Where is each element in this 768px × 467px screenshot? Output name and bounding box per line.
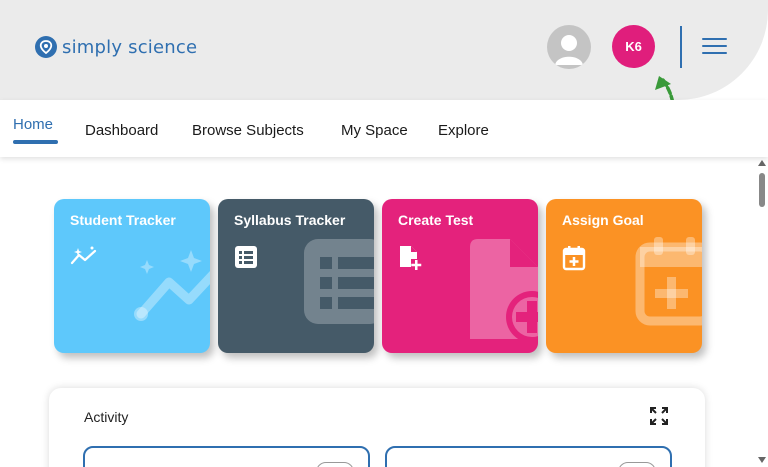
- activity-card-left[interactable]: [83, 446, 370, 467]
- activity-card-right[interactable]: [385, 446, 672, 467]
- activity-panel: Activity: [49, 388, 705, 467]
- page: simply science K6 Home Dashboard Browse …: [0, 0, 768, 467]
- logo[interactable]: simply science: [35, 36, 197, 58]
- trend-watermark-icon: [134, 250, 210, 321]
- card-title: Student Tracker: [70, 212, 176, 228]
- list-icon: [235, 246, 257, 268]
- nav-dashboard[interactable]: Dashboard: [85, 122, 158, 139]
- nav-explore[interactable]: Explore: [438, 122, 489, 139]
- header-divider: [680, 26, 682, 68]
- main-nav: Home Dashboard Browse Subjects My Space …: [0, 100, 768, 157]
- logo-text: simply science: [62, 36, 198, 58]
- assign-goal-card[interactable]: Assign Goal: [546, 199, 702, 353]
- list-watermark-icon: [304, 239, 374, 324]
- file-plus-icon: [400, 246, 422, 270]
- vertical-scrollbar[interactable]: [756, 157, 768, 467]
- card-title: Assign Goal: [562, 212, 644, 228]
- activity-card-toggle[interactable]: [618, 462, 656, 467]
- activity-title: Activity: [84, 409, 129, 425]
- user-avatar-icon[interactable]: [547, 25, 591, 69]
- card-title: Create Test: [398, 212, 474, 228]
- scroll-up-icon[interactable]: [758, 160, 766, 166]
- student-tracker-card[interactable]: Student Tracker: [54, 199, 210, 353]
- profile-initials-badge[interactable]: K6: [612, 25, 655, 68]
- logo-icon: [35, 36, 57, 58]
- nav-home[interactable]: Home: [13, 116, 53, 133]
- nav-my-space[interactable]: My Space: [341, 122, 408, 139]
- calendar-watermark-icon: [635, 237, 702, 326]
- create-test-card[interactable]: Create Test: [382, 199, 538, 353]
- activity-card-toggle[interactable]: [316, 462, 354, 467]
- scroll-thumb[interactable]: [759, 173, 765, 207]
- syllabus-tracker-card[interactable]: Syllabus Tracker: [218, 199, 374, 353]
- scroll-down-icon[interactable]: [758, 457, 766, 463]
- nav-browse-subjects[interactable]: Browse Subjects: [192, 122, 304, 139]
- calendar-plus-icon: [562, 246, 586, 271]
- card-title: Syllabus Tracker: [234, 212, 346, 228]
- trend-icon: [70, 246, 97, 265]
- file-plus-watermark-icon: [470, 239, 538, 339]
- menu-icon[interactable]: [702, 38, 727, 57]
- active-tab-indicator: [13, 140, 58, 144]
- expand-icon[interactable]: [650, 407, 668, 425]
